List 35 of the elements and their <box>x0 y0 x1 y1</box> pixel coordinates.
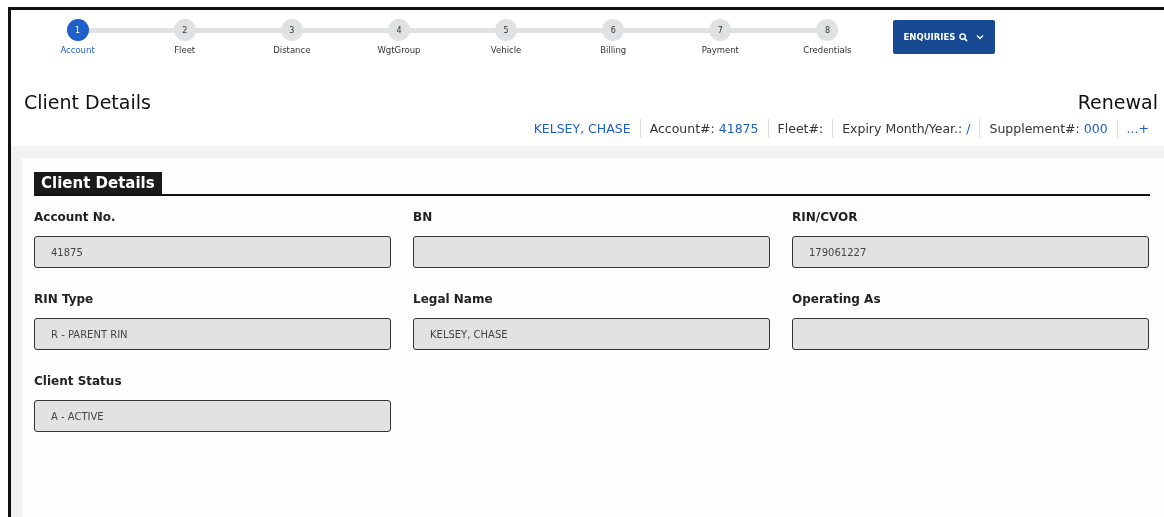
step-label[interactable]: Account <box>60 45 95 55</box>
summary-item: ...+ <box>1116 119 1158 138</box>
step-label[interactable]: Billing <box>600 45 627 55</box>
summary-item: Expiry Month/Year.: / <box>832 119 980 138</box>
step-number[interactable]: 6 <box>602 19 625 41</box>
summary-item: KELSEY, CHASE <box>532 120 632 138</box>
summary-item: Fleet#: <box>767 119 833 138</box>
summary-item: Supplement#: 000 <box>979 119 1117 138</box>
field-label: BN <box>413 210 434 224</box>
caret-icon <box>976 34 985 40</box>
step-label[interactable]: WgtGroup <box>377 45 421 55</box>
field-label: Account No. <box>34 210 117 224</box>
step-label[interactable]: Fleet <box>174 45 196 55</box>
section-title: Client Details <box>34 172 162 194</box>
field-label: RIN Type <box>34 292 95 306</box>
enquiries-button[interactable]: ENQUIRIES <box>893 20 995 54</box>
step-number[interactable]: 8 <box>816 19 839 41</box>
summary-item: Account#: 41875 <box>639 119 768 138</box>
step-label[interactable]: Vehicle <box>490 45 522 55</box>
step-number[interactable]: 3 <box>280 19 303 41</box>
field-label: Client Status <box>34 374 123 388</box>
search-icon <box>959 32 969 42</box>
field-label: RIN/CVOR <box>792 210 859 224</box>
step-number[interactable]: 1 <box>66 19 89 41</box>
field-label: Legal Name <box>413 292 494 306</box>
step-label[interactable]: Payment <box>701 45 739 55</box>
mode-label: Renewal <box>1077 91 1158 113</box>
step-label[interactable]: Distance <box>273 45 311 55</box>
field-label: Operating As <box>792 292 882 306</box>
step-number[interactable]: 7 <box>709 19 732 41</box>
step-number[interactable]: 5 <box>495 19 518 41</box>
step-number[interactable]: 4 <box>387 19 410 41</box>
page-title: Client Details <box>24 91 151 113</box>
step-number[interactable]: 2 <box>173 19 196 41</box>
step-label[interactable]: Credentials <box>803 45 852 55</box>
